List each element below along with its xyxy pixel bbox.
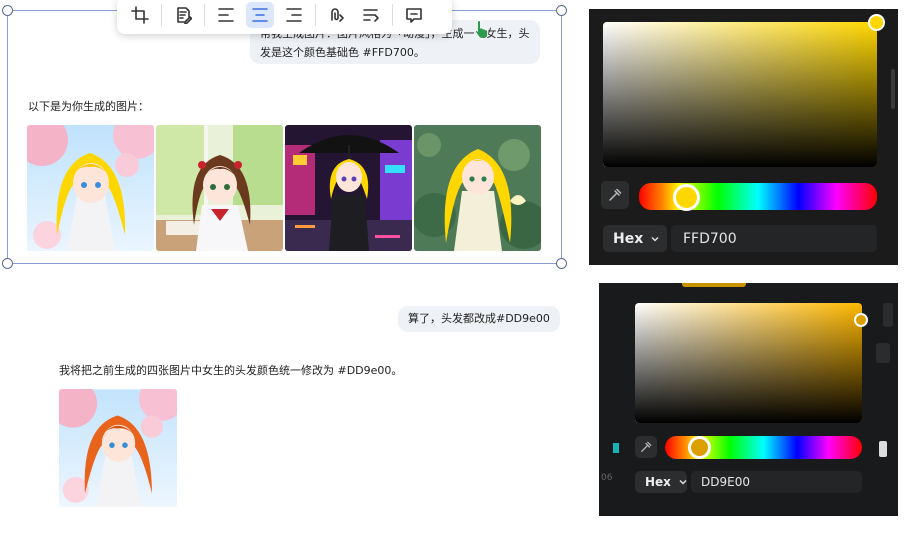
- color-mode-select[interactable]: Hex: [603, 225, 667, 252]
- hex-value-text: FFD700: [683, 230, 737, 247]
- eyedropper-icon: [641, 441, 652, 452]
- resize-handle-top-right[interactable]: [556, 5, 567, 16]
- user-message-bubble: 算了，头发都改成#DD9e00: [398, 306, 560, 332]
- color-picker-panel: Hex FFD700: [589, 9, 898, 265]
- floating-toolbar: [117, 0, 452, 34]
- image-art: [27, 125, 154, 251]
- resize-handle-top-left[interactable]: [2, 5, 13, 16]
- hand-cursor-icon: [474, 19, 489, 39]
- eyedropper-button[interactable]: [601, 181, 629, 209]
- slider-thumb-right[interactable]: [879, 441, 887, 457]
- assistant-reply-text: 我将把之前生成的四张图片中女生的头发颜色统一修改为 #DD9e00。: [59, 364, 403, 377]
- toolbar-divider: [315, 4, 316, 26]
- eyedropper-icon: [609, 188, 622, 201]
- saturation-value-area[interactable]: [635, 303, 862, 423]
- assistant-reply-text: 以下是为你生成的图片：: [28, 100, 149, 113]
- text-wrap-icon[interactable]: [357, 2, 385, 28]
- color-mode-label: Hex: [645, 475, 671, 489]
- image-art: [285, 125, 412, 251]
- resize-handle-bottom-left[interactable]: [2, 258, 13, 269]
- hue-slider-knob[interactable]: [688, 436, 711, 459]
- generated-image-cherry-blossom[interactable]: [27, 125, 154, 251]
- color-selector-knob[interactable]: [868, 14, 885, 31]
- color-selector-knob[interactable]: [854, 313, 868, 327]
- chevron-down-icon: [651, 236, 659, 242]
- image-art: [414, 125, 541, 251]
- side-panel-slot: [876, 343, 890, 363]
- ruler-label: 06: [601, 473, 613, 483]
- hex-value-text: DD9E00: [701, 475, 750, 489]
- edit-note-icon[interactable]: [169, 2, 197, 28]
- chevron-down-icon: [679, 479, 687, 485]
- resize-handle-bottom-right[interactable]: [556, 258, 567, 269]
- color-mode-label: Hex: [613, 230, 644, 247]
- canvas-marker: [613, 443, 619, 453]
- hue-slider-knob[interactable]: [673, 184, 700, 211]
- user-message-text: 算了，头发都改成#DD9e00: [408, 312, 550, 325]
- toolbar-divider: [392, 4, 393, 26]
- link-icon[interactable]: [323, 2, 351, 28]
- align-right-icon[interactable]: [280, 2, 308, 28]
- generated-image-cherry-blossom-orange[interactable]: [59, 389, 177, 507]
- generated-image-classroom[interactable]: [156, 125, 283, 251]
- comment-icon[interactable]: [400, 2, 428, 28]
- image-art: [156, 125, 283, 251]
- screen: 帮我生成图片：图片风格为「动漫」，生成一个女生，头发是这个颜色基础色 #FFD7…: [0, 0, 916, 535]
- align-left-icon[interactable]: [212, 2, 240, 28]
- side-scroll-buttons[interactable]: [883, 303, 893, 327]
- toolbar-divider: [204, 4, 205, 26]
- scrollbar[interactable]: [891, 69, 895, 109]
- image-art: [59, 389, 177, 507]
- generated-image-lotus-pond[interactable]: [414, 125, 541, 251]
- eyedropper-button[interactable]: [635, 436, 657, 458]
- hex-value-input[interactable]: DD9E00: [691, 471, 862, 493]
- saturation-value-area[interactable]: [603, 22, 877, 167]
- align-center-icon[interactable]: [246, 2, 274, 28]
- generated-image-umbrella-city[interactable]: [285, 125, 412, 251]
- top-tab-strip: [682, 283, 746, 287]
- crop-icon[interactable]: [126, 2, 154, 28]
- hex-value-input[interactable]: FFD700: [671, 225, 877, 252]
- toolbar-divider: [161, 4, 162, 26]
- color-picker-panel: 06 Hex DD9E00: [599, 283, 898, 516]
- color-mode-select[interactable]: Hex: [635, 471, 687, 493]
